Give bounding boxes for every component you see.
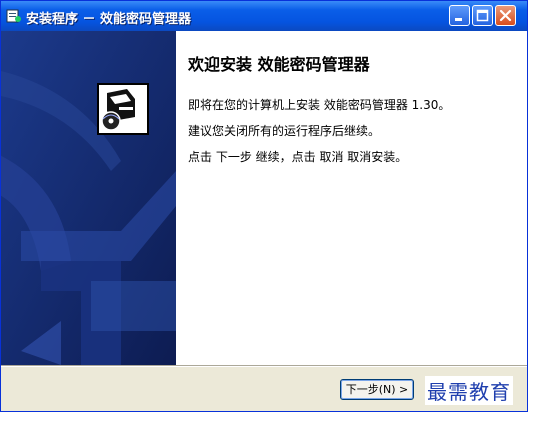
welcome-heading: 欢迎安装 效能密码管理器: [188, 55, 370, 74]
window-title: 安装程序 － 效能密码管理器: [26, 12, 192, 27]
sidebar-graphic: [1, 31, 176, 365]
close-button[interactable]: [495, 5, 516, 26]
maximize-button[interactable]: [472, 5, 493, 26]
button-separator: [1, 365, 527, 367]
minimize-button[interactable]: [449, 5, 470, 26]
minimize-icon: [455, 18, 462, 21]
instructions-text: 点击 下一步 继续，点击 取消 取消安装。: [188, 150, 408, 164]
next-button[interactable]: 下一步(N) >: [340, 379, 414, 400]
title-bar[interactable]: 安装程序 － 效能密码管理器: [1, 1, 527, 31]
welcome-panel: 欢迎安装 效能密码管理器 即将在您的计算机上安装 效能密码管理器 1.30。 建…: [176, 31, 527, 365]
computer-disc-icon: [97, 83, 149, 135]
installer-icon: [6, 8, 22, 24]
maximize-icon: [476, 9, 489, 22]
wizard-sidebar-image: [1, 31, 176, 365]
close-icon: [499, 9, 512, 22]
close-programs-text: 建议您关闭所有的运行程序后继续。: [188, 124, 381, 138]
watermark-text: 最需教育: [425, 376, 513, 405]
installer-window: 安装程序 － 效能密码管理器 欢迎安装 效能密码管理器 即将在您的计算机上安装 …: [0, 0, 528, 412]
install-info-text: 即将在您的计算机上安装 效能密码管理器 1.30。: [188, 98, 451, 112]
